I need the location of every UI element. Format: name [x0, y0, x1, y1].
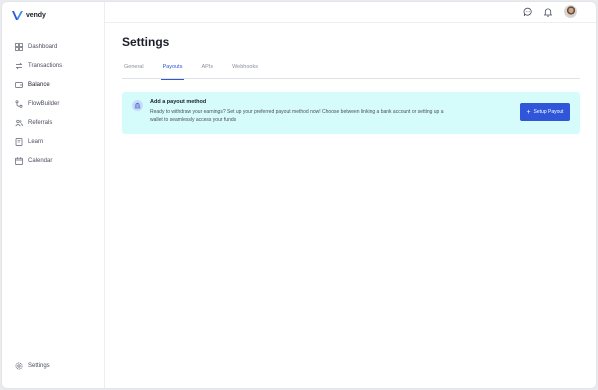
sidebar-item-learn[interactable]: Learn: [2, 132, 105, 151]
sidebar-item-label: Transactions: [28, 62, 63, 69]
sidebar-item-label: Dashboard: [28, 43, 58, 50]
sidebar-item-flowbuilder[interactable]: FlowBuilder: [2, 94, 105, 113]
sidebar-item-label: Settings: [28, 362, 50, 369]
logo[interactable]: vendy: [11, 8, 46, 22]
settings-tabs: General Payouts APIs Webhooks: [122, 60, 580, 80]
app-window: vendy Dashboard Transactions Balance Flo…: [1, 1, 597, 389]
plus-icon: +: [526, 108, 531, 116]
sidebar-item-balance[interactable]: Balance: [2, 75, 105, 94]
bell-icon[interactable]: [543, 7, 553, 17]
sidebar-item-label: Learn: [28, 138, 44, 145]
wallet-icon: [15, 81, 23, 89]
bank-icon: [132, 100, 143, 111]
gear-icon: [15, 362, 23, 370]
chat-icon[interactable]: [523, 7, 533, 17]
setup-payout-label: Setup Payout: [533, 109, 564, 115]
grid-icon: [15, 42, 23, 51]
page-title: Settings: [122, 35, 170, 49]
banner-title: Add a payout method: [150, 99, 207, 105]
main-content: Settings General Payouts APIs Webhooks A…: [105, 23, 596, 388]
tab-apis[interactable]: APIs: [201, 60, 213, 79]
sidebar-item-dashboard[interactable]: Dashboard: [2, 37, 105, 56]
sidebar: vendy Dashboard Transactions Balance Flo…: [2, 2, 105, 388]
sidebar-item-label: Calendar: [28, 157, 53, 164]
tab-general[interactable]: General: [124, 60, 144, 79]
avatar[interactable]: [564, 5, 577, 18]
sidebar-item-label: Balance: [28, 81, 50, 88]
banner-description: Ready to withdraw your earnings? Set up …: [150, 109, 444, 123]
payout-method-banner: Add a payout method Ready to withdraw yo…: [122, 92, 580, 134]
brand-name: vendy: [26, 11, 46, 19]
sidebar-item-settings[interactable]: Settings: [2, 356, 105, 375]
sidebar-item-transactions[interactable]: Transactions: [2, 56, 105, 75]
top-bar: [105, 2, 596, 23]
sidebar-item-calendar[interactable]: Calendar: [2, 151, 105, 170]
sidebar-item-label: FlowBuilder: [28, 100, 60, 107]
sidebar-nav: Dashboard Transactions Balance FlowBuild…: [2, 37, 105, 170]
transactions-icon: [15, 62, 23, 70]
calendar-icon: [15, 156, 23, 165]
tab-payouts[interactable]: Payouts: [160, 60, 185, 80]
users-icon: [15, 119, 23, 127]
book-icon: [15, 137, 23, 146]
sidebar-item-referrals[interactable]: Referrals: [2, 113, 105, 132]
sidebar-item-label: Referrals: [28, 119, 53, 126]
vendy-logo-icon: [11, 10, 23, 21]
tab-webhooks[interactable]: Webhooks: [232, 60, 258, 79]
flow-icon: [15, 99, 23, 108]
setup-payout-button[interactable]: + Setup Payout: [520, 103, 570, 121]
